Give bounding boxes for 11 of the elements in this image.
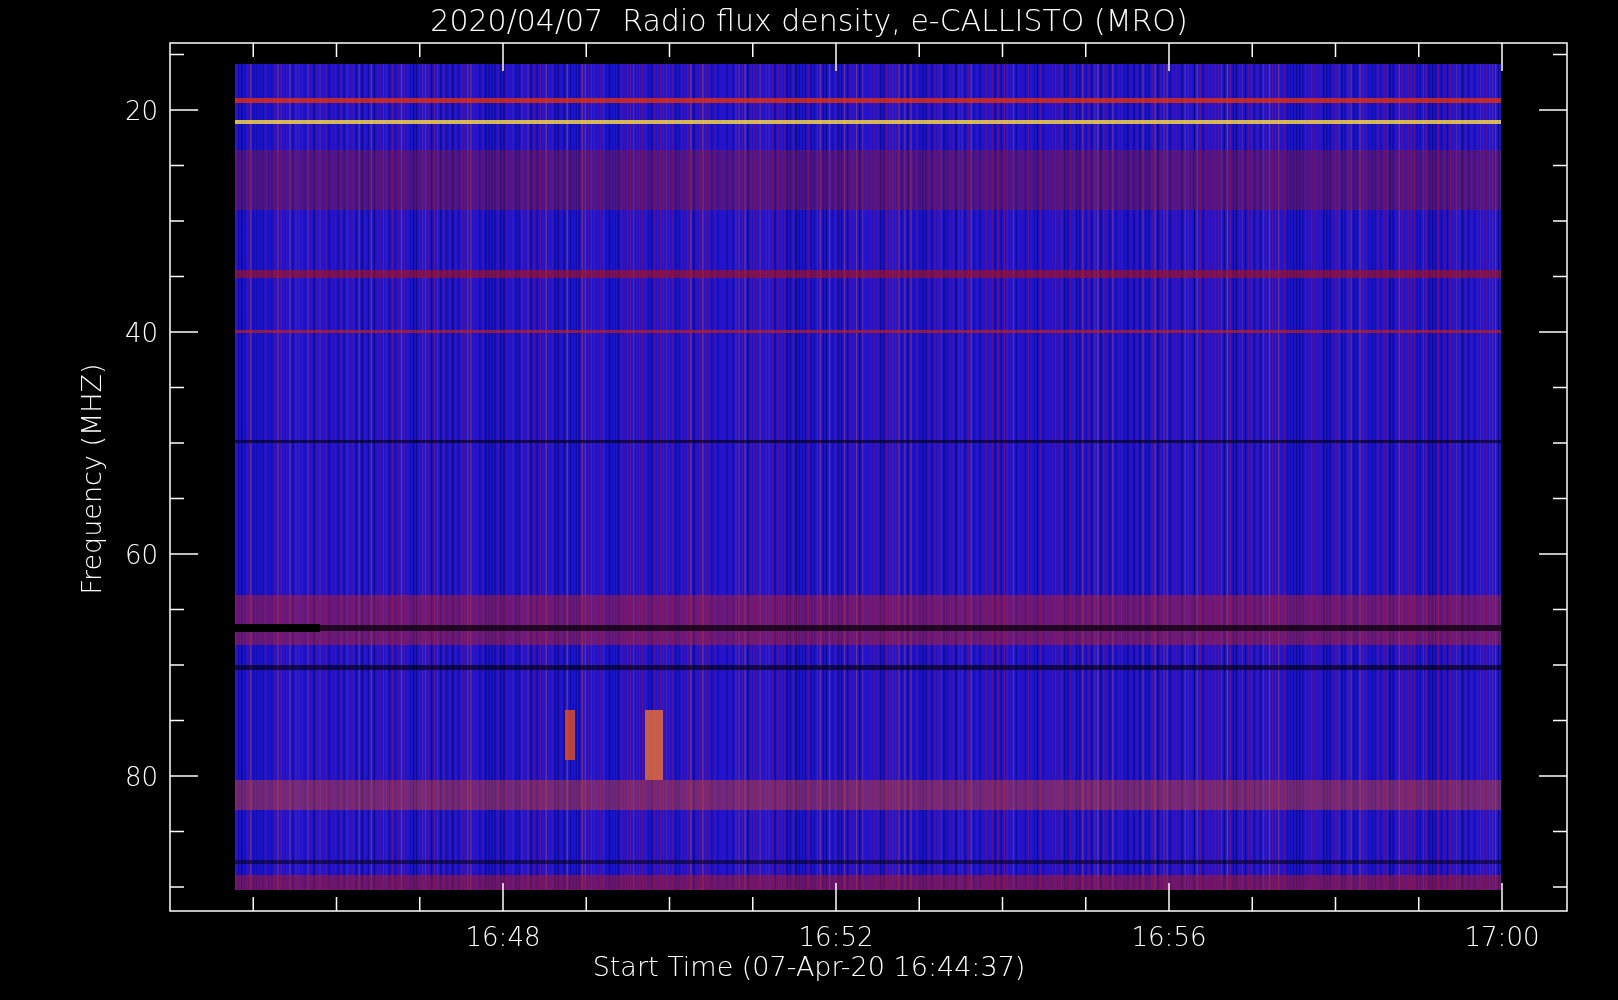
tick-label: 40 <box>124 318 158 348</box>
tick-label: 17:00 <box>1464 922 1540 952</box>
tick-label: 60 <box>124 540 158 570</box>
tick-label: 16:52 <box>798 922 874 952</box>
axis-label: Start Time (07-Apr-20 16:44:37) <box>592 951 1026 982</box>
tick-label: 20 <box>124 96 158 126</box>
chart-title: 2020/04/07 Radio flux density, e-CALLISTO (MRO) <box>430 3 1188 38</box>
tick-label: 16:56 <box>1131 922 1207 952</box>
tick-label: 16:48 <box>465 922 541 952</box>
tick-label: 80 <box>124 762 158 792</box>
axis-label: Frequency (MHZ) <box>76 363 107 595</box>
